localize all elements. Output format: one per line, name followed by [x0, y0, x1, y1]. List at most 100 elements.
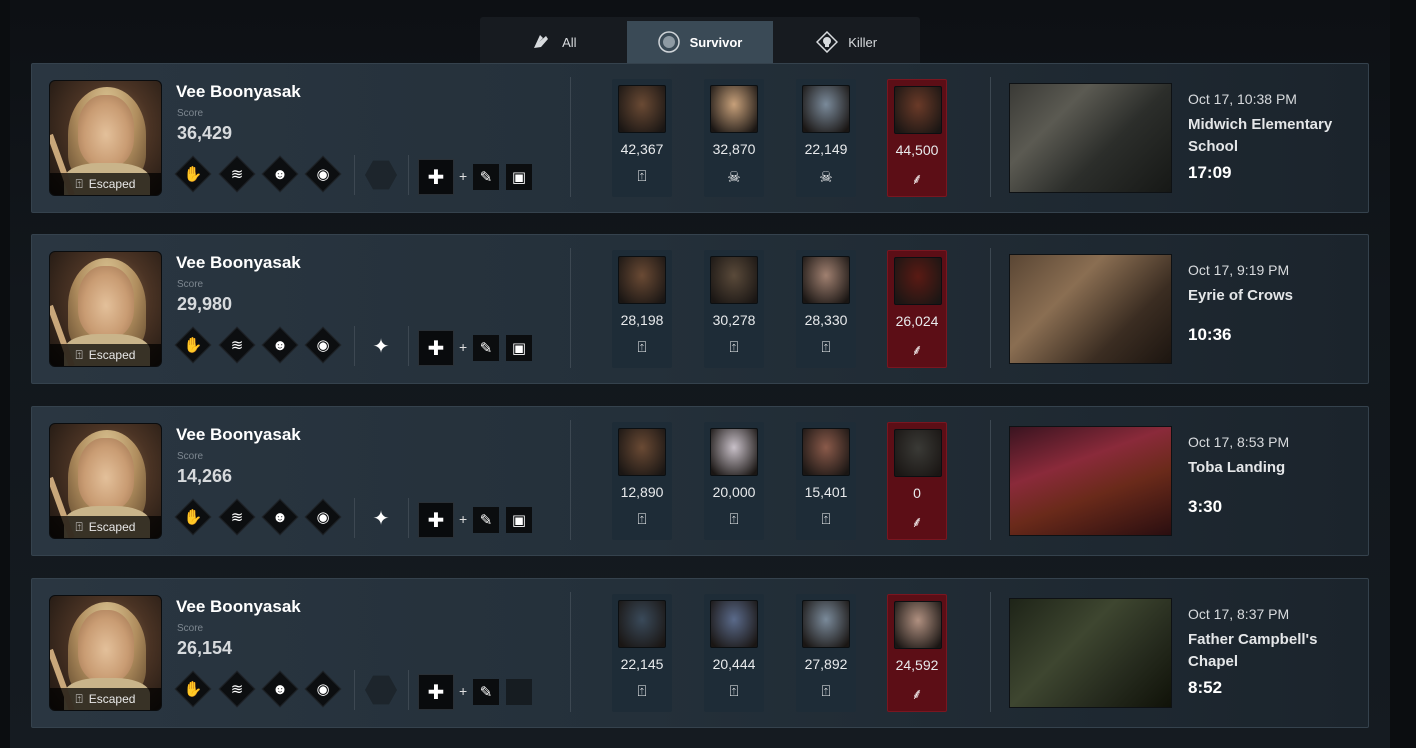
plus-sign: +: [459, 168, 468, 184]
portrait-face: [78, 438, 134, 510]
wave-perk-icon: ≋: [230, 509, 244, 526]
teammate-card[interactable]: 32,870 ☠: [704, 79, 764, 197]
match-date: Oct 17, 8:37 PM: [1188, 606, 1290, 622]
player-status-badge: ⍐ Escaped: [50, 173, 161, 195]
perk-4[interactable]: ◉: [304, 155, 342, 193]
tape-addon-icon[interactable]: ▣: [506, 164, 532, 190]
perk-2[interactable]: ≋: [218, 670, 256, 708]
killer-card[interactable]: 0 ⸙: [887, 422, 947, 540]
perk-4[interactable]: ◉: [304, 498, 342, 536]
syringe-addon-icon[interactable]: ✎: [473, 507, 499, 533]
teammate-card[interactable]: 30,278 ⍐: [704, 250, 764, 368]
teammate-card[interactable]: 27,892 ⍐: [796, 594, 856, 712]
syringe-addon-icon[interactable]: ✎: [473, 164, 499, 190]
portrait-face: [78, 610, 134, 682]
teammate-avatar: [618, 256, 666, 304]
match-row[interactable]: ⍐ Escaped Vee Boonyasak Score 14,266 ✋ ≋ ☻ ◉ ✦ ✚ + ✎…: [31, 406, 1369, 556]
teammate-card[interactable]: 20,000 ⍐: [704, 422, 764, 540]
perk-4[interactable]: ◉: [304, 326, 342, 364]
wave-perk-icon: ≋: [230, 681, 244, 698]
tape-addon-icon[interactable]: ▣: [506, 507, 532, 533]
player-status-badge: ⍐ Escaped: [50, 516, 161, 538]
player-score: 14,266: [177, 466, 233, 486]
map-name: Midwich Elementary School: [1188, 116, 1333, 155]
match-date: Oct 17, 8:53 PM: [1188, 434, 1290, 450]
divider: [408, 670, 409, 710]
offering-icon[interactable]: ✦: [365, 330, 397, 362]
map-thumbnail: [1009, 254, 1172, 364]
killer-avatar: [894, 601, 942, 649]
perk-2[interactable]: ≋: [218, 155, 256, 193]
eye-perk-icon: ◉: [316, 681, 330, 698]
teammate-card[interactable]: 28,330 ⍐: [796, 250, 856, 368]
killer-score: 26,024: [895, 313, 939, 329]
killer-card[interactable]: 24,592 ⸙: [887, 594, 947, 712]
perk-3[interactable]: ☻: [261, 155, 299, 193]
teammate-card[interactable]: 42,367 ⍐: [612, 79, 672, 197]
medkit-icon[interactable]: ✚: [418, 330, 454, 366]
tab-label: All: [562, 34, 577, 50]
match-duration: 10:36: [1188, 325, 1232, 344]
escaped-icon: ⍐: [821, 339, 831, 356]
perk-3[interactable]: ☻: [261, 670, 299, 708]
medkit-icon[interactable]: ✚: [418, 159, 454, 195]
medkit-icon[interactable]: ✚: [418, 502, 454, 538]
divider: [570, 248, 571, 368]
perk-2[interactable]: ≋: [218, 326, 256, 364]
wave-perk-icon: ≋: [230, 166, 244, 183]
tab-all[interactable]: All: [480, 17, 627, 67]
match-duration: 8:52: [1188, 678, 1223, 697]
killer-card[interactable]: 26,024 ⸙: [887, 250, 947, 368]
teammate-card[interactable]: 22,149 ☠: [796, 79, 856, 197]
perk-1[interactable]: ✋: [174, 670, 212, 708]
teammate-card[interactable]: 15,401 ⍐: [796, 422, 856, 540]
teammate-avatar: [710, 600, 758, 648]
perk-1[interactable]: ✋: [174, 498, 212, 536]
divider: [570, 77, 571, 197]
killer-card[interactable]: 44,500 ⸙: [887, 79, 947, 197]
tab-label: Survivor: [689, 34, 743, 50]
addon-empty-slot[interactable]: [506, 679, 532, 705]
match-date: Oct 17, 9:19 PM: [1188, 262, 1290, 278]
teammate-score: 22,149: [804, 141, 848, 157]
teammate-card[interactable]: 28,198 ⍐: [612, 250, 672, 368]
match-row[interactable]: ⍐ Escaped Vee Boonyasak Score 26,154 ✋ ≋ ☻ ◉ ✚ + ✎ 2…: [31, 578, 1369, 728]
perk-4[interactable]: ◉: [304, 670, 342, 708]
syringe-addon-icon[interactable]: ✎: [473, 335, 499, 361]
player-status-text: Escaped: [88, 177, 136, 191]
hand-perk-icon: ✋: [183, 681, 203, 698]
offering-empty-slot: [365, 160, 397, 190]
perk-3[interactable]: ☻: [261, 326, 299, 364]
divider: [990, 248, 991, 368]
perk-3[interactable]: ☻: [261, 498, 299, 536]
player-status-text: Escaped: [88, 520, 136, 534]
teammate-score: 28,198: [620, 312, 664, 328]
escaped-icon: ⍐: [821, 683, 831, 700]
syringe-addon-icon[interactable]: ✎: [473, 679, 499, 705]
player-portrait: ⍐ Escaped: [49, 595, 162, 711]
teammate-card[interactable]: 22,145 ⍐: [612, 594, 672, 712]
map-name: Eyrie of Crows: [1188, 287, 1294, 304]
hand-perk-icon: ✋: [183, 509, 203, 526]
match-row[interactable]: ⍐ Escaped Vee Boonyasak Score 29,980 ✋ ≋ ☻ ◉ ✦ ✚ + ✎…: [31, 234, 1369, 384]
teammate-card[interactable]: 12,890 ⍐: [612, 422, 672, 540]
match-row[interactable]: ⍐ Escaped Vee Boonyasak Score 36,429 ✋ ≋ ☻ ◉ ✚ + ✎ ▣…: [31, 63, 1369, 213]
perk-1[interactable]: ✋: [174, 155, 212, 193]
teammate-score: 42,367: [620, 141, 664, 157]
perk-2[interactable]: ≋: [218, 498, 256, 536]
eye-perk-icon: ◉: [316, 337, 330, 354]
offering-icon[interactable]: ✦: [365, 502, 397, 534]
teammate-card[interactable]: 20,444 ⍐: [704, 594, 764, 712]
tab-survivor[interactable]: Survivor: [626, 21, 774, 63]
perk-1[interactable]: ✋: [174, 326, 212, 364]
tape-addon-icon[interactable]: ▣: [506, 335, 532, 361]
escaped-icon: ⍐: [75, 519, 83, 534]
mask-perk-icon: ☻: [272, 165, 288, 183]
hand-perk-icon: ✋: [183, 337, 203, 354]
player-portrait: ⍐ Escaped: [49, 423, 162, 539]
killer-icon: [816, 31, 839, 53]
hook-icon: ⸙: [911, 342, 923, 359]
teammate-avatar: [710, 85, 758, 133]
tab-killer[interactable]: Killer: [773, 17, 920, 67]
medkit-icon[interactable]: ✚: [418, 674, 454, 710]
